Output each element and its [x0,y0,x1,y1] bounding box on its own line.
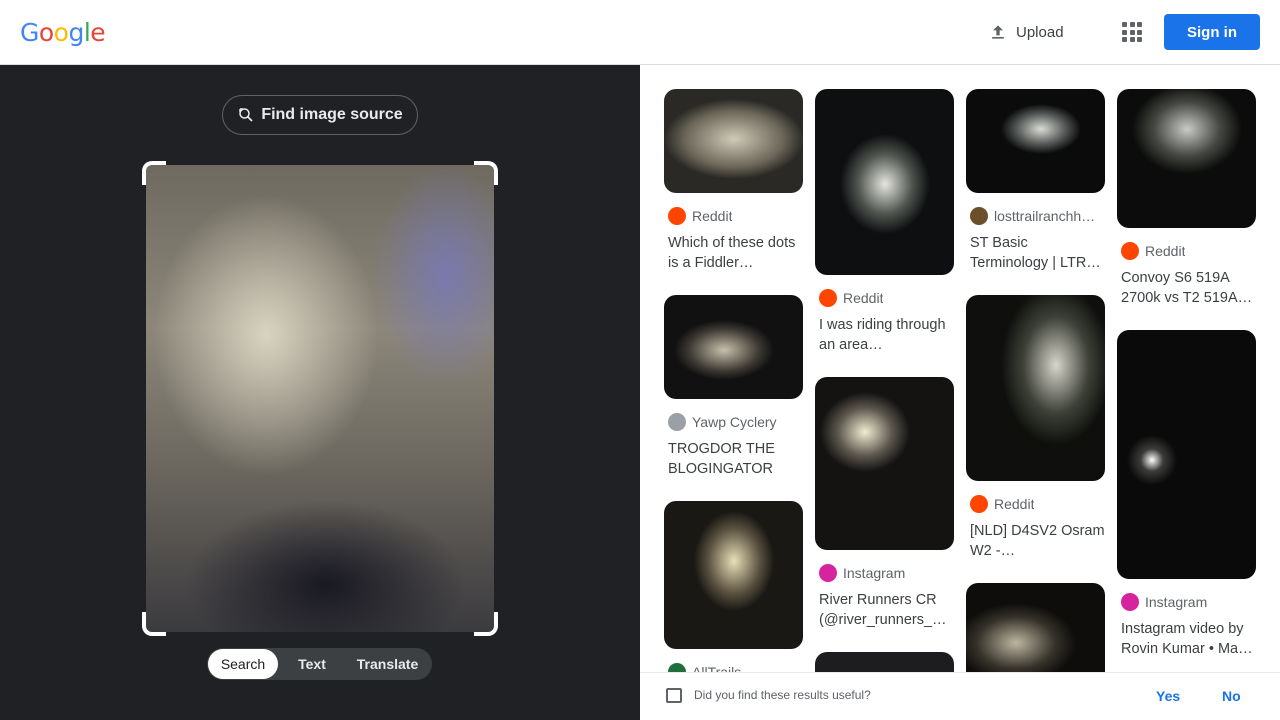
logo-letter: o [38,18,54,47]
result-card[interactable]: losttrailranchh… ST Basic Terminology | L… [966,89,1105,295]
reddit-icon [970,495,988,513]
instagram-icon [1121,593,1139,611]
losttrailranch-icon [970,207,988,225]
reddit-icon [1121,242,1139,260]
result-title[interactable]: Instagram video by Rovin Kumar • Ma… [1117,619,1256,659]
logo-letter: e [90,18,106,47]
feedback-bar: Did you find these results useful? Yes N… [640,672,1280,720]
result-source-name: Yawp Cyclery [692,414,777,430]
logo-letter: G [20,18,39,47]
result-thumbnail[interactable] [664,501,803,649]
upload-button[interactable]: Upload [988,17,1064,47]
result-source-name: Reddit [692,208,733,224]
result-thumbnail[interactable] [966,295,1105,481]
find-image-source-button[interactable]: Find image source [222,95,418,135]
result-source-name: Instagram [1145,594,1208,610]
mode-search-tab[interactable]: Search [208,649,278,679]
yawp-cyclery-icon [668,413,686,431]
result-source[interactable]: Reddit [966,495,1105,513]
result-title[interactable]: Which of these dots is a Fiddler… [664,233,803,273]
image-crop-area[interactable] [142,161,498,636]
feedback-question: Did you find these results useful? [694,688,871,702]
result-title[interactable]: ST Basic Terminology | LTR… [966,233,1105,273]
crop-handle-top-left[interactable] [142,161,166,185]
instagram-icon [819,564,837,582]
result-card[interactable]: Instagram River Runners CR (@river_runner… [815,377,954,652]
result-thumbnail[interactable] [1117,89,1256,228]
result-thumbnail[interactable] [815,377,954,550]
lens-search-icon [239,108,253,122]
result-source[interactable]: Instagram [1117,593,1256,611]
results-column-4: Reddit Convoy S6 519A 2700k vs T2 519A… In… [1117,89,1256,681]
result-source-name: Reddit [843,290,884,306]
find-image-source-label: Find image source [261,106,403,123]
query-image [146,165,494,632]
result-card[interactable]: Yawp Cyclery TROGDOR THE BLOGINGATOR —… [664,295,803,501]
apps-grid-icon[interactable] [1120,20,1144,44]
result-card[interactable]: Reddit [NLD] D4SV2 Osram W2 -… [966,295,1105,583]
sign-in-button[interactable]: Sign in [1164,14,1260,50]
results-column-1: Reddit Which of these dots is a Fiddler… Y… [664,89,803,703]
result-source-name: losttrailranchh… [994,208,1096,224]
result-thumbnail[interactable] [664,295,803,399]
feedback-yes-button[interactable]: Yes [1156,688,1180,704]
upload-icon [992,25,1004,39]
top-bar: Google Upload Sign in [0,0,1280,65]
logo-letter: g [68,18,84,47]
results-panel: Reddit Which of these dots is a Fiddler… Y… [640,65,1280,720]
results-column-2: Reddit I was riding through an area… Insta… [815,89,954,714]
mode-translate-tab[interactable]: Translate [346,649,429,679]
result-source-name: Reddit [994,496,1035,512]
result-card[interactable]: Reddit I was riding through an area… [815,89,954,377]
result-thumbnail[interactable] [966,89,1105,193]
logo-letter: o [53,18,69,47]
result-title[interactable]: River Runners CR (@river_runners_… [815,590,954,630]
result-card[interactable]: Instagram Instagram video by Rovin Kumar … [1117,330,1256,681]
result-card[interactable]: Reddit Which of these dots is a Fiddler… [664,89,803,295]
feedback-no-button[interactable]: No [1222,688,1241,704]
result-source[interactable]: Reddit [664,207,803,225]
result-source[interactable]: Yawp Cyclery [664,413,803,431]
result-title[interactable]: TROGDOR THE BLOGINGATOR —… [664,439,803,479]
result-thumbnail[interactable] [1117,330,1256,579]
result-source-name: Reddit [1145,243,1186,259]
result-card[interactable]: Reddit Convoy S6 519A 2700k vs T2 519A… [1117,89,1256,330]
result-title[interactable]: [NLD] D4SV2 Osram W2 -… [966,521,1105,561]
upload-label: Upload [1016,23,1064,41]
result-source[interactable]: losttrailranchh… [966,207,1105,225]
result-title[interactable]: Convoy S6 519A 2700k vs T2 519A… [1117,268,1256,308]
crop-handle-top-right[interactable] [474,161,498,185]
results-column-3: losttrailranchh… ST Basic Terminology | L… [966,89,1105,715]
google-logo[interactable]: Google [20,18,106,47]
result-source[interactable]: Reddit [815,289,954,307]
result-source[interactable]: Reddit [1117,242,1256,260]
lens-panel: Find image source Search Text Translate [0,65,640,720]
mode-switcher: Search Text Translate [207,648,432,680]
crop-handle-bottom-right[interactable] [474,612,498,636]
result-thumbnail[interactable] [664,89,803,193]
result-title[interactable]: I was riding through an area… [815,315,954,355]
feedback-icon [666,688,682,703]
reddit-icon [819,289,837,307]
result-source-name: Instagram [843,565,906,581]
reddit-icon [668,207,686,225]
crop-handle-bottom-left[interactable] [142,612,166,636]
result-thumbnail[interactable] [815,89,954,275]
mode-text-tab[interactable]: Text [278,649,346,679]
result-source[interactable]: Instagram [815,564,954,582]
